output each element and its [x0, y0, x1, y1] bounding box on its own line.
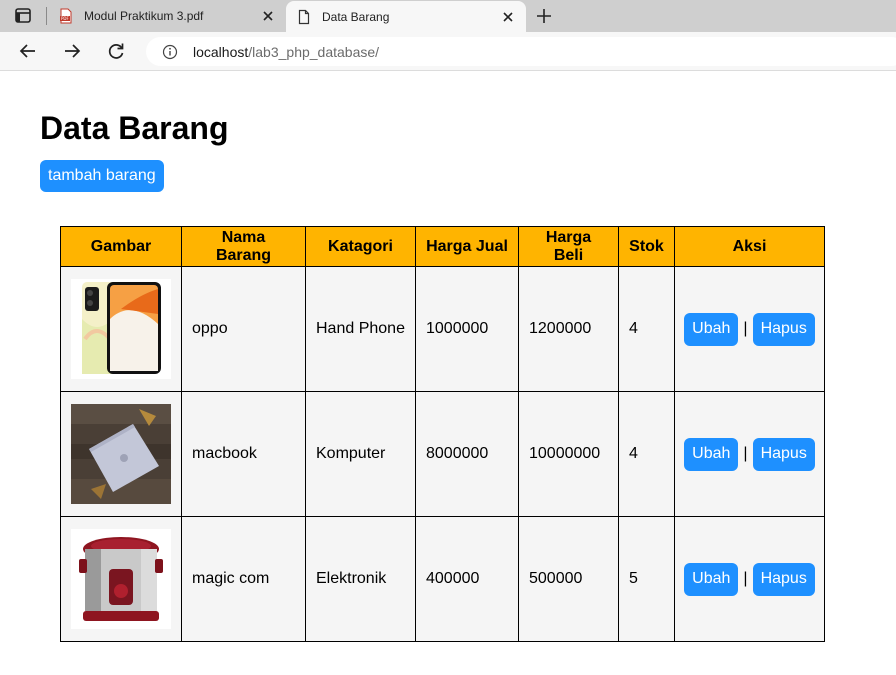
edit-button[interactable]: Ubah — [684, 437, 739, 471]
tab-actions-icon[interactable] — [12, 6, 34, 26]
url-path: /lab3_php_database/ — [248, 44, 380, 60]
tab-data-barang[interactable]: Data Barang — [286, 1, 526, 32]
table-row: macbook Komputer 8000000 10000000 4 Ubah… — [60, 391, 825, 517]
delete-button[interactable]: Hapus — [752, 312, 815, 346]
svg-text:PDF: PDF — [61, 16, 69, 21]
column-header-nama-barang: Nama Barang — [181, 226, 306, 267]
rice-cooker-image — [71, 529, 171, 629]
site-info-icon[interactable] — [162, 44, 178, 60]
smartphone-image — [71, 279, 171, 379]
new-tab-icon[interactable] — [534, 6, 554, 26]
edit-button[interactable]: Ubah — [684, 562, 739, 596]
cell-harga-beli: 10000000 — [518, 391, 619, 517]
cell-katagori: Hand Phone — [305, 266, 416, 392]
column-header-gambar: Gambar — [60, 226, 182, 267]
tab-modul-praktikum[interactable]: PDF Modul Praktikum 3.pdf — [48, 0, 286, 32]
delete-button[interactable]: Hapus — [752, 437, 815, 471]
cell-harga-jual: 400000 — [415, 516, 519, 642]
forward-arrow-icon[interactable] — [61, 40, 83, 62]
column-header-harga-jual: Harga Jual — [415, 226, 519, 267]
image-cell — [60, 266, 182, 392]
delete-button[interactable]: Hapus — [752, 562, 815, 596]
tab-title: Data Barang — [322, 10, 390, 24]
cell-nama-barang: oppo — [181, 266, 306, 392]
cell-stok: 5 — [618, 516, 675, 642]
close-tab-icon[interactable] — [260, 8, 276, 24]
cell-harga-jual: 1000000 — [415, 266, 519, 392]
address-bar[interactable]: localhost/lab3_php_database/ — [146, 37, 896, 66]
browser-toolbar: localhost/lab3_php_database/ — [0, 32, 896, 71]
table-row: oppo Hand Phone 1000000 1200000 4 Ubah | H… — [60, 266, 825, 392]
cell-katagori: Komputer — [305, 391, 416, 517]
column-header-katagori: Katagori — [305, 226, 416, 267]
browser-tab-bar: PDF Modul Praktikum 3.pdf Data Barang — [0, 0, 896, 32]
back-arrow-icon[interactable] — [17, 40, 39, 62]
column-header-aksi: Aksi — [674, 226, 825, 267]
cell-harga-beli: 1200000 — [518, 266, 619, 392]
tab-title: Modul Praktikum 3.pdf — [84, 9, 204, 23]
action-separator: | — [743, 320, 748, 337]
cell-harga-beli: 500000 — [518, 516, 619, 642]
table-header-row: Gambar Nama Barang Katagori Harga Jual H… — [60, 226, 825, 267]
cell-harga-jual: 8000000 — [415, 391, 519, 517]
tab-separator — [46, 7, 47, 25]
column-header-harga-beli: Harga Beli — [518, 226, 619, 267]
address-url: localhost/lab3_php_database/ — [193, 44, 379, 60]
image-cell — [60, 391, 182, 517]
laptop-image — [71, 404, 171, 504]
add-item-button[interactable]: tambah barang — [40, 160, 164, 192]
cell-nama-barang: macbook — [181, 391, 306, 517]
page-title: Data Barang — [40, 110, 229, 146]
cell-stok: 4 — [618, 266, 675, 392]
page-content: Data Barang tambah barang Gambar Nama Ba… — [0, 72, 896, 675]
cell-aksi: Ubah | Hapus — [674, 391, 825, 517]
items-table: Gambar Nama Barang Katagori Harga Jual H… — [60, 226, 825, 642]
url-host: localhost — [193, 44, 249, 60]
refresh-icon[interactable] — [105, 40, 127, 62]
image-cell — [60, 516, 182, 642]
cell-stok: 4 — [618, 391, 675, 517]
pdf-icon: PDF — [58, 8, 74, 24]
edit-button[interactable]: Ubah — [684, 312, 739, 346]
close-tab-icon[interactable] — [500, 9, 516, 25]
action-separator: | — [743, 445, 748, 462]
cell-katagori: Elektronik — [305, 516, 416, 642]
page-icon — [296, 9, 312, 25]
cell-aksi: Ubah | Hapus — [674, 516, 825, 642]
cell-nama-barang: magic com — [181, 516, 306, 642]
action-separator: | — [743, 570, 748, 587]
table-row: magic com Elektronik 400000 500000 5 Uba… — [60, 516, 825, 642]
cell-aksi: Ubah | Hapus — [674, 266, 825, 392]
column-header-stok: Stok — [618, 226, 675, 267]
